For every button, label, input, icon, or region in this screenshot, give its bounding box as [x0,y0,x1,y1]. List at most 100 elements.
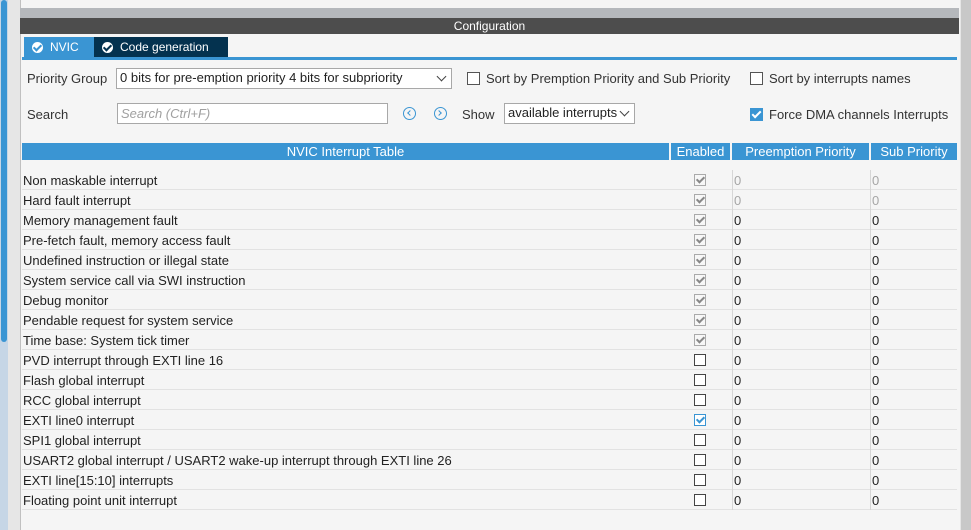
priority-group-select[interactable]: 0 bits for pre-emption priority 4 bits f… [116,68,452,89]
tab-nvic-label: NVIC [50,40,79,54]
preemption-priority-cell[interactable]: 0 [732,390,870,410]
preemption-priority-cell[interactable]: 0 [732,450,870,470]
interrupt-name: USART2 global interrupt / USART2 wake-up… [23,453,452,468]
force-dma-checkbox[interactable]: Force DMA channels Interrupts [750,107,948,122]
enabled-checkbox[interactable] [694,434,706,446]
chevron-down-icon [619,106,630,117]
sub-priority-cell[interactable]: 0 [870,470,957,490]
previous-result-icon[interactable] [403,107,416,120]
enabled-cell [670,230,728,250]
show-value: available interrupts [508,105,618,120]
table-row[interactable]: Non maskable interrupt 0 0 [22,170,957,190]
enabled-checkbox [694,294,706,306]
table-row[interactable]: Undefined instruction or illegal state 0 0 [22,250,957,270]
show-select[interactable]: available interrupts [504,103,635,124]
sub-priority-cell[interactable]: 0 [870,370,957,390]
table-row[interactable]: Flash global interrupt 0 0 [22,370,957,390]
sub-priority-cell[interactable]: 0 [870,450,957,470]
sort-by-names-checkbox[interactable]: Sort by interrupts names [750,71,911,86]
checkbox-box[interactable] [750,108,763,121]
preemption-priority-cell[interactable]: 0 [732,370,870,390]
column-header-name[interactable]: NVIC Interrupt Table [22,143,669,160]
column-header-enabled[interactable]: Enabled [671,143,730,160]
table-row[interactable]: RCC global interrupt 0 0 [22,390,957,410]
tab-underline [22,57,957,60]
preemption-priority-cell[interactable]: 0 [732,350,870,370]
column-header-sub-priority[interactable]: Sub Priority [871,143,957,160]
sub-priority-cell[interactable]: 0 [870,310,957,330]
enabled-checkbox[interactable] [694,494,706,506]
enabled-checkbox[interactable] [694,474,706,486]
chevron-down-icon [436,71,447,82]
table-row[interactable]: Pendable request for system service 0 0 [22,310,957,330]
enabled-cell [670,250,728,270]
enabled-checkbox[interactable] [694,394,706,406]
enabled-checkbox[interactable] [694,414,706,426]
vertical-scrollbar[interactable] [0,0,8,530]
right-edge-border [961,0,971,530]
preemption-priority-cell[interactable]: 0 [732,210,870,230]
top-divider [20,8,959,18]
tab-nvic[interactable]: NVIC [24,37,94,57]
table-row[interactable]: Hard fault interrupt 0 0 [22,190,957,210]
tab-code-generation[interactable]: Code generation [94,37,228,57]
sub-priority-cell[interactable]: 0 [870,270,957,290]
preemption-priority-cell[interactable]: 0 [732,290,870,310]
enabled-checkbox[interactable] [694,354,706,366]
enabled-checkbox [694,234,706,246]
enabled-checkbox[interactable] [694,374,706,386]
sub-priority-cell[interactable]: 0 [870,350,957,370]
column-header-preemption[interactable]: Preemption Priority [732,143,869,160]
sub-priority-cell[interactable]: 0 [870,210,957,230]
table-row[interactable]: USART2 global interrupt / USART2 wake-up… [22,450,957,470]
interrupt-name: Flash global interrupt [23,373,145,388]
next-result-icon[interactable] [434,107,447,120]
enabled-cell [670,330,728,350]
sub-priority-cell[interactable]: 0 [870,250,957,270]
enabled-checkbox [694,274,706,286]
table-row[interactable]: Pre-fetch fault, memory access fault 0 0 [22,230,957,250]
checkbox-box[interactable] [467,72,480,85]
table-row[interactable]: PVD interrupt through EXTI line 16 0 0 [22,350,957,370]
enabled-checkbox[interactable] [694,454,706,466]
sub-priority-cell[interactable]: 0 [870,430,957,450]
table-row[interactable]: SPI1 global interrupt 0 0 [22,430,957,450]
sub-priority-cell[interactable]: 0 [870,410,957,430]
preemption-priority-cell[interactable]: 0 [732,410,870,430]
preemption-priority-cell[interactable]: 0 [732,430,870,450]
table-row[interactable]: Memory management fault 0 0 [22,210,957,230]
sub-priority-cell[interactable]: 0 [870,230,957,250]
sub-priority-cell[interactable]: 0 [870,330,957,350]
sub-priority-cell[interactable]: 0 [870,390,957,410]
table-row[interactable]: Debug monitor 0 0 [22,290,957,310]
sort-by-premption-checkbox[interactable]: Sort by Premption Priority and Sub Prior… [467,71,730,86]
preemption-priority-cell[interactable]: 0 [732,310,870,330]
preemption-priority-cell[interactable]: 0 [732,270,870,290]
enabled-cell [670,190,728,210]
scrollbar-thumb[interactable] [1,0,7,342]
preemption-priority-cell[interactable]: 0 [732,330,870,350]
enabled-cell [670,490,728,510]
interrupt-name: Memory management fault [23,213,178,228]
preemption-priority-cell[interactable]: 0 [732,470,870,490]
search-input[interactable] [117,103,388,124]
preemption-priority-cell[interactable]: 0 [732,250,870,270]
preemption-priority-cell[interactable]: 0 [732,230,870,250]
sub-priority-cell[interactable]: 0 [870,290,957,310]
sub-priority-cell[interactable]: 0 [870,490,957,510]
table-row[interactable]: EXTI line[15:10] interrupts 0 0 [22,470,957,490]
enabled-cell [670,410,728,430]
enabled-checkbox [694,314,706,326]
preemption-priority-cell: 0 [732,170,870,190]
table-row[interactable]: EXTI line0 interrupt 0 0 [22,410,957,430]
configuration-header: Configuration [20,18,959,34]
table-row[interactable]: Time base: System tick timer 0 0 [22,330,957,350]
checkbox-box[interactable] [750,72,763,85]
table-row[interactable]: Floating point unit interrupt 0 0 [22,490,957,510]
table-row[interactable]: System service call via SWI instruction 0… [22,270,957,290]
preemption-priority-cell: 0 [732,190,870,210]
enabled-checkbox [694,334,706,346]
enabled-checkbox [694,214,706,226]
preemption-priority-cell[interactable]: 0 [732,490,870,510]
table-header: NVIC Interrupt Table Enabled Preemption … [22,143,957,160]
